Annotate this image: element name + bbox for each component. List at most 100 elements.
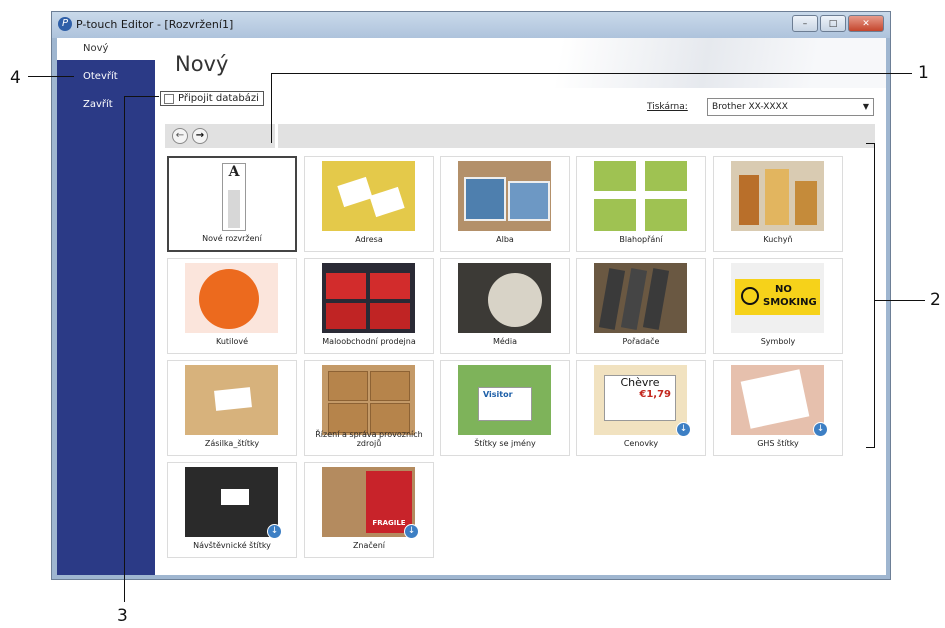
template-name-badges[interactable]: Visitor Štítky se jmény: [440, 360, 570, 456]
envelope-label: [369, 186, 405, 218]
template-binders[interactable]: Pořadače: [576, 258, 706, 354]
albums-image: [458, 161, 551, 231]
printer-select[interactable]: Brother XX-XXXX ▼: [707, 98, 874, 116]
template-label: Kuchyň: [763, 235, 793, 244]
callout-2-bracket: [866, 447, 875, 448]
template-new-layout[interactable]: A Nové rozvržení: [167, 156, 297, 252]
download-icon: ↓: [813, 422, 828, 437]
maximize-button[interactable]: □: [820, 15, 846, 32]
template-kitchen[interactable]: Kuchyň: [713, 156, 843, 252]
shelf-box: [370, 303, 410, 329]
jar: [795, 181, 817, 225]
price-tag-name: Chèvre: [620, 376, 660, 389]
close-button[interactable]: ✕: [848, 15, 884, 32]
template-retail[interactable]: Maloobchodní prodejna: [304, 258, 434, 354]
box: [328, 371, 368, 401]
template-label: Blahopřání: [619, 235, 663, 244]
template-label: Pořadače: [622, 337, 660, 346]
greeting-image: [594, 161, 687, 231]
retail-image: [322, 263, 415, 333]
template-albums[interactable]: Alba: [440, 156, 570, 252]
callout-4: 4: [10, 68, 21, 88]
callout-3: 3: [117, 606, 128, 626]
template-media[interactable]: Média: [440, 258, 570, 354]
chevron-down-icon[interactable]: ▼: [863, 99, 869, 115]
callout-1: 1: [918, 63, 929, 83]
template-signage[interactable]: FRAGILE ↓ Značení: [304, 462, 434, 558]
sidebar: Nový Otevřít Zavřít: [57, 38, 155, 575]
photo: [464, 177, 506, 221]
box: [370, 371, 410, 401]
app-window: P P-touch Editor - [Rozvržení1] – □ ✕ No…: [51, 11, 891, 580]
callout-3-line: [124, 96, 159, 97]
shelf-box: [370, 273, 410, 299]
visitor-label: [221, 489, 249, 505]
no-smoking-sign: NO SMOKING: [735, 279, 820, 315]
price-tag-image: Chèvre €1,79: [594, 365, 687, 435]
kitchen-image: [731, 161, 824, 231]
window-title: P-touch Editor - [Rozvržení1]: [76, 18, 234, 31]
visitor-badge-text: Visitor: [483, 390, 513, 399]
template-price-tags[interactable]: Chèvre €1,79 ↓ Cenovky: [576, 360, 706, 456]
blank-layout-bar: [228, 190, 240, 228]
no-smoking-text: NO: [775, 284, 792, 295]
template-visitor-labels[interactable]: ↓ Návštěvnické štítky: [167, 462, 297, 558]
forward-arrow-icon[interactable]: →: [192, 128, 208, 144]
visitor-label-image: [185, 467, 278, 537]
connect-database-label: Připojit databázi: [178, 93, 259, 104]
blank-layout-letter: A: [228, 164, 240, 180]
template-label: Cenovky: [623, 439, 659, 448]
template-label: GHS štítky: [757, 439, 799, 448]
template-address[interactable]: Adresa: [304, 156, 434, 252]
blank-layout-icon: A: [222, 163, 246, 231]
template-asset-management[interactable]: Řízení a správa provozních zdrojů: [304, 360, 434, 456]
price-tag-price: €1,79: [639, 389, 671, 400]
connect-database-checkbox[interactable]: Připojit databázi: [160, 91, 264, 106]
shipping-label: [214, 387, 252, 411]
printer-label: Tiskárna:: [647, 102, 688, 112]
printer-select-value: Brother XX-XXXX: [712, 102, 788, 112]
header-banner: [155, 38, 886, 88]
template-label: Maloobchodní prodejna: [322, 337, 416, 346]
template-label: Nové rozvržení: [202, 234, 262, 243]
callout-2-line: [875, 300, 925, 301]
no-smoking-text: SMOKING: [763, 297, 817, 308]
checkbox-box[interactable]: [164, 93, 174, 104]
download-icon: ↓: [267, 524, 282, 539]
download-icon: ↓: [676, 422, 691, 437]
navbar-divider: [275, 124, 278, 148]
sidebar-item-close[interactable]: Zavřít: [57, 94, 155, 116]
sidebar-item-open[interactable]: Otevřít: [57, 66, 155, 88]
media-image: [458, 263, 551, 333]
template-greeting[interactable]: Blahopřání: [576, 156, 706, 252]
ghs-image: [731, 365, 824, 435]
pumpkin: [199, 269, 259, 329]
envelope-label: [337, 176, 373, 208]
template-label: Alba: [496, 235, 514, 244]
template-label: Štítky se jmény: [474, 439, 536, 448]
page-title: Nový: [175, 52, 229, 76]
disc: [488, 273, 542, 327]
callout-2: 2: [930, 290, 941, 310]
title-bar: P P-touch Editor - [Rozvržení1] – □ ✕: [52, 12, 890, 38]
template-label: Symboly: [760, 337, 796, 346]
template-shipping[interactable]: Zásilka_štítky: [167, 360, 297, 456]
back-arrow-icon[interactable]: ←: [172, 128, 188, 144]
template-label: Řízení a správa provozních zdrojů: [315, 430, 423, 448]
callout-1-line: [271, 73, 912, 74]
fragile-sign: FRAGILE: [366, 471, 412, 533]
callout-2-bracket: [874, 143, 875, 448]
callout-4-line: [28, 76, 74, 77]
jar: [765, 169, 789, 225]
template-label: Média: [492, 337, 518, 346]
sidebar-item-new[interactable]: Nový: [57, 38, 155, 60]
minimize-button[interactable]: –: [792, 15, 818, 32]
template-ghs-labels[interactable]: ↓ GHS štítky: [713, 360, 843, 456]
template-diy[interactable]: Kutilové: [167, 258, 297, 354]
price-tag: Chèvre €1,79: [604, 375, 676, 421]
no-smoking-icon: [741, 287, 759, 305]
ribbon: [594, 191, 687, 199]
template-symbols[interactable]: NO SMOKING Symboly: [713, 258, 843, 354]
ghs-bottle-label: [740, 369, 810, 429]
template-label: Zásilka_štítky: [204, 439, 260, 448]
